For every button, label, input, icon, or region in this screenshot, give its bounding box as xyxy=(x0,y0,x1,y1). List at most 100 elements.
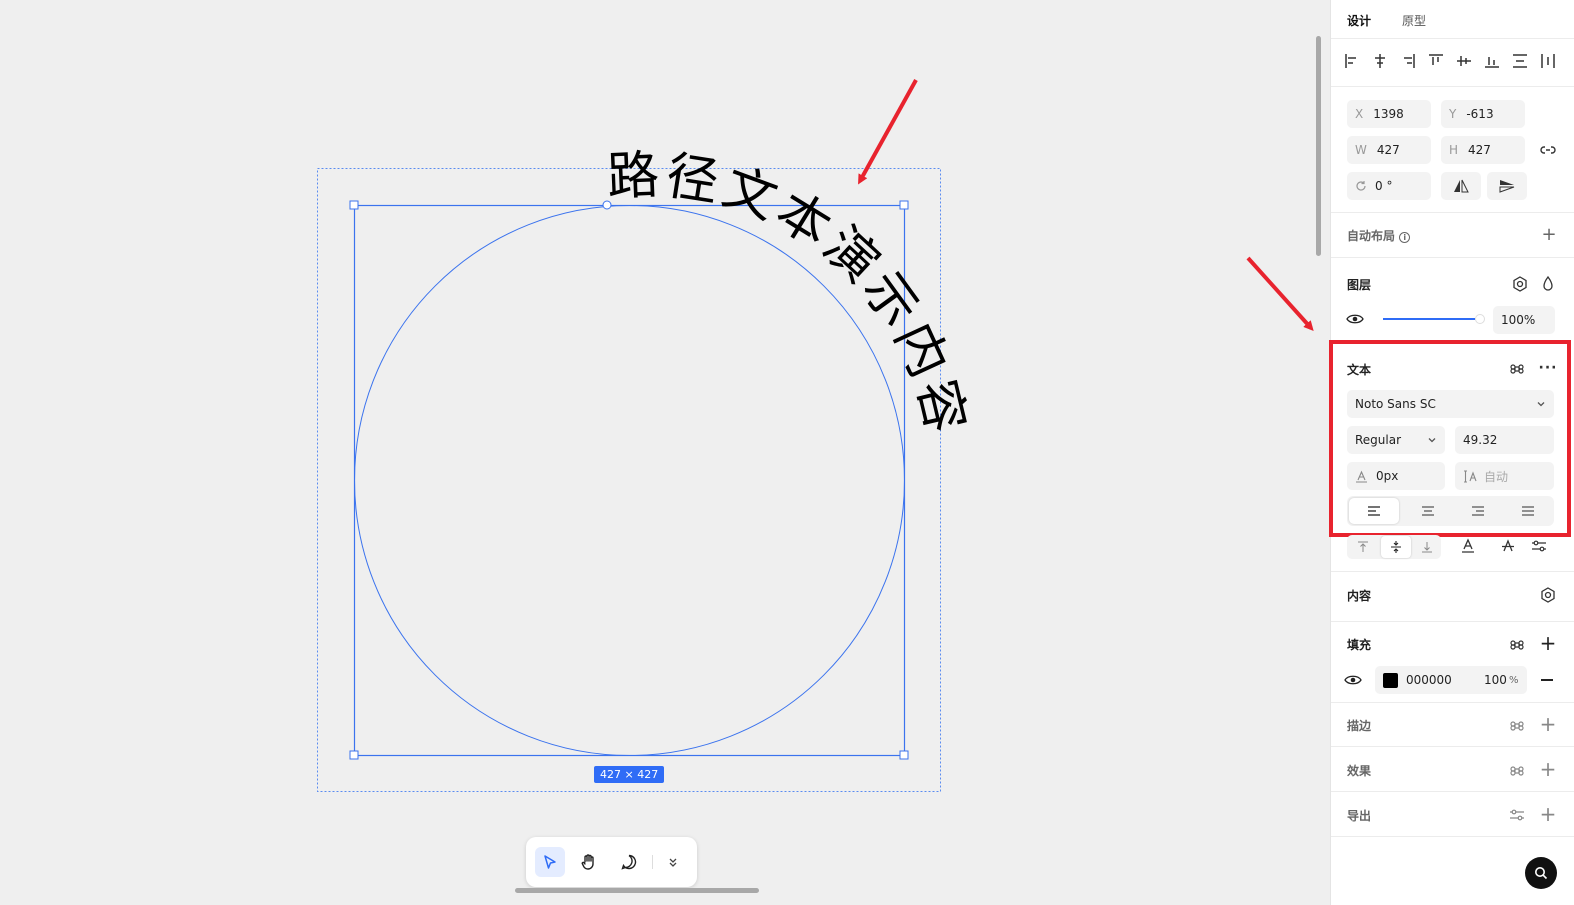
link-icon[interactable] xyxy=(1539,141,1557,159)
w-label: W xyxy=(1355,143,1367,157)
width-field[interactable]: W 427 xyxy=(1347,136,1431,164)
selection-box[interactable] xyxy=(353,204,906,757)
resize-handle-top-right[interactable] xyxy=(899,200,909,210)
stroke-style-icon[interactable] xyxy=(1510,719,1524,733)
text-align-right-icon xyxy=(1472,506,1484,516)
opacity-slider-thumb[interactable] xyxy=(1475,314,1485,324)
w-value: 427 xyxy=(1376,143,1400,157)
chevron-double-down-icon xyxy=(669,858,677,867)
font-weight-select[interactable]: Regular xyxy=(1347,426,1445,454)
align-horizontal-center-icon[interactable] xyxy=(1371,52,1389,70)
vertical-align-bottom-icon[interactable] xyxy=(1421,541,1433,553)
text-settings-icon[interactable] xyxy=(1531,538,1547,554)
strikethrough-icon[interactable] xyxy=(1500,538,1516,554)
text-path-circle[interactable] xyxy=(354,205,905,756)
fill-style-icon[interactable] xyxy=(1510,638,1524,652)
vertical-scrollbar[interactable] xyxy=(1316,36,1321,256)
flip-vertical-button[interactable] xyxy=(1487,172,1527,200)
text-align-justify-button[interactable] xyxy=(1503,498,1553,524)
flip-horizontal-button[interactable] xyxy=(1441,172,1481,200)
height-field[interactable]: H 427 xyxy=(1441,136,1525,164)
resize-handle-bottom-right[interactable] xyxy=(899,750,909,760)
rotate-icon xyxy=(1356,181,1366,191)
align-bottom-icon[interactable] xyxy=(1483,52,1501,70)
underline-icon[interactable] xyxy=(1460,538,1476,554)
fill-visibility-eye-icon[interactable] xyxy=(1344,673,1362,687)
annotation-arrow-panel xyxy=(1246,256,1314,331)
divider xyxy=(1331,257,1574,258)
comment-tool-button[interactable] xyxy=(614,847,644,877)
text-title: 文本 xyxy=(1347,363,1372,377)
resize-handle-bottom-left[interactable] xyxy=(349,750,359,760)
x-field[interactable]: X 1398 xyxy=(1347,100,1431,128)
select-tool-button[interactable] xyxy=(535,847,565,877)
content-settings-icon[interactable] xyxy=(1539,586,1557,604)
layer-title: 图层 xyxy=(1347,278,1372,292)
flip-horizontal-icon xyxy=(1454,179,1469,193)
remove-fill-icon[interactable] xyxy=(1541,679,1553,681)
text-style-icon[interactable] xyxy=(1510,362,1524,376)
more-options-icon[interactable]: ··· xyxy=(1538,358,1558,378)
text-align-center-button[interactable] xyxy=(1403,498,1453,524)
auto-layout-title: 自动布局 i xyxy=(1347,227,1411,244)
x-value: 1398 xyxy=(1373,107,1404,121)
fill-color-field[interactable]: 000000 100 % xyxy=(1375,666,1527,694)
search-icon xyxy=(1535,867,1548,880)
line-height-placeholder: 自动 xyxy=(1484,469,1509,484)
design-canvas[interactable]: 路径文本演示内容 427 × 427 xyxy=(0,0,1330,905)
distribute-horizontal-icon[interactable] xyxy=(1539,52,1557,70)
text-align-right-button[interactable] xyxy=(1453,498,1503,524)
export-settings-icon[interactable] xyxy=(1509,807,1525,823)
rotation-field[interactable]: 0 ° xyxy=(1347,172,1431,200)
cursor-icon xyxy=(544,855,556,869)
blend-mode-icon[interactable] xyxy=(1511,275,1529,293)
effect-style-icon[interactable] xyxy=(1510,764,1524,778)
add-effect-icon[interactable]: + xyxy=(1538,757,1558,781)
align-right-icon[interactable] xyxy=(1399,52,1417,70)
letter-spacing-field[interactable]: 0px xyxy=(1347,462,1445,490)
fill-color-swatch[interactable] xyxy=(1383,672,1398,688)
more-tools-button[interactable] xyxy=(658,847,688,877)
divider xyxy=(1331,38,1574,39)
hand-tool-button[interactable] xyxy=(574,847,604,877)
tab-prototype[interactable]: 原型 xyxy=(1402,12,1426,29)
divider xyxy=(1331,836,1574,837)
align-vertical-center-icon[interactable] xyxy=(1455,52,1473,70)
line-height-field[interactable]: 自动 xyxy=(1455,462,1554,490)
opacity-slider-track[interactable] xyxy=(1383,318,1475,320)
align-top-icon[interactable] xyxy=(1427,52,1445,70)
tab-design[interactable]: 设计 xyxy=(1347,12,1371,29)
x-label: X xyxy=(1355,107,1364,121)
vertical-align-top-icon[interactable] xyxy=(1357,541,1369,553)
add-export-icon[interactable]: + xyxy=(1538,802,1558,826)
align-left-icon[interactable] xyxy=(1343,52,1361,70)
divider xyxy=(1331,702,1574,703)
rotation-value: 0 ° xyxy=(1375,179,1393,193)
add-fill-icon[interactable]: + xyxy=(1538,631,1558,655)
resize-handle-top-left[interactable] xyxy=(349,200,359,210)
font-size-field[interactable]: 49.32 xyxy=(1455,426,1554,454)
text-align-left-button[interactable] xyxy=(1349,498,1399,524)
letter-spacing-value: 0px xyxy=(1376,469,1399,483)
text-align-center-icon xyxy=(1422,506,1434,516)
path-text[interactable]: 路径文本演示内容 xyxy=(606,145,977,442)
flip-vertical-icon xyxy=(1499,180,1515,193)
export-title: 导出 xyxy=(1347,809,1372,823)
fill-color-hex: 000000 xyxy=(1406,673,1452,687)
info-icon[interactable]: i xyxy=(1399,232,1411,243)
drop-icon[interactable] xyxy=(1540,275,1556,293)
add-auto-layout-icon[interactable]: + xyxy=(1539,224,1559,245)
search-button[interactable] xyxy=(1525,857,1557,889)
text-align-group xyxy=(1347,496,1554,526)
visibility-eye-icon[interactable] xyxy=(1346,312,1364,326)
fill-opacity-value: 100 xyxy=(1484,673,1507,687)
layer-opacity-field[interactable]: 100% xyxy=(1493,306,1555,334)
vertical-align-middle-button[interactable] xyxy=(1381,536,1411,558)
hand-icon xyxy=(581,854,594,870)
add-stroke-icon[interactable]: + xyxy=(1538,712,1558,736)
y-field[interactable]: Y -613 xyxy=(1441,100,1525,128)
horizontal-scrollbar[interactable] xyxy=(515,888,759,893)
distribute-vertical-icon[interactable] xyxy=(1511,52,1529,70)
font-family-select[interactable]: Noto Sans SC xyxy=(1347,390,1554,418)
fill-title: 填充 xyxy=(1347,638,1372,652)
